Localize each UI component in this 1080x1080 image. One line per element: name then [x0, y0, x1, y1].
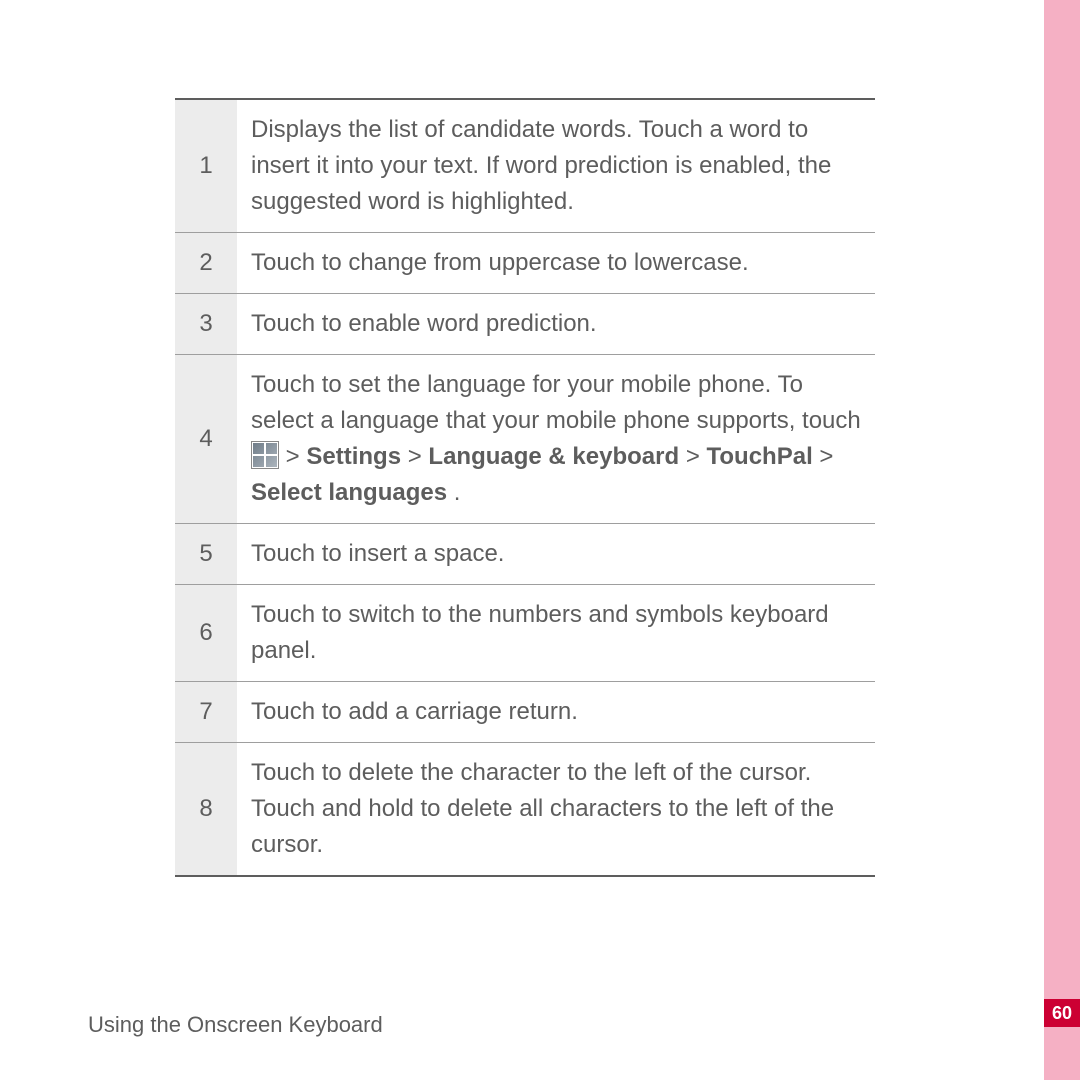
row4-bold1: Settings	[306, 443, 401, 470]
row4-bold3: TouchPal	[707, 443, 813, 470]
table-row: 1 Displays the list of candidate words. …	[175, 99, 875, 233]
row-number: 8	[175, 743, 237, 877]
footer-caption: Using the Onscreen Keyboard	[88, 1012, 383, 1038]
reference-table-wrapper: 1 Displays the list of candidate words. …	[175, 98, 875, 877]
row4-post: .	[454, 479, 461, 506]
row-number: 1	[175, 99, 237, 233]
row4-sep2: >	[686, 443, 707, 470]
row-desc: Touch to set the language for your mobil…	[237, 355, 875, 524]
row-desc: Touch to change from uppercase to lowerc…	[237, 233, 875, 294]
table-row: 6 Touch to switch to the numbers and sym…	[175, 585, 875, 682]
row4-mid: >	[286, 443, 307, 470]
table-row: 4 Touch to set the language for your mob…	[175, 355, 875, 524]
launcher-icon	[251, 441, 279, 469]
row-desc: Touch to enable word prediction.	[237, 294, 875, 355]
reference-table: 1 Displays the list of candidate words. …	[175, 98, 875, 877]
row-number: 5	[175, 524, 237, 585]
row-number: 4	[175, 355, 237, 524]
row-number: 3	[175, 294, 237, 355]
row-desc: Touch to insert a space.	[237, 524, 875, 585]
row-desc: Touch to delete the character to the lef…	[237, 743, 875, 877]
row-desc: Touch to add a carriage return.	[237, 682, 875, 743]
row-desc: Displays the list of candidate words. To…	[237, 99, 875, 233]
row-number: 2	[175, 233, 237, 294]
table-row: 7 Touch to add a carriage return.	[175, 682, 875, 743]
row4-sep1: >	[408, 443, 429, 470]
row4-sep3: >	[819, 443, 833, 470]
row4-bold4: Select languages	[251, 479, 447, 506]
table-row: 2 Touch to change from uppercase to lowe…	[175, 233, 875, 294]
table-row: 3 Touch to enable word prediction.	[175, 294, 875, 355]
table-row: 8 Touch to delete the character to the l…	[175, 743, 875, 877]
row-desc: Touch to switch to the numbers and symbo…	[237, 585, 875, 682]
row4-pre: Touch to set the language for your mobil…	[251, 371, 861, 434]
row-number: 6	[175, 585, 237, 682]
row4-bold2: Language & keyboard	[428, 443, 679, 470]
row-number: 7	[175, 682, 237, 743]
side-strip	[1044, 0, 1080, 1080]
page-number-badge: 60	[1044, 999, 1080, 1027]
table-row: 5 Touch to insert a space.	[175, 524, 875, 585]
